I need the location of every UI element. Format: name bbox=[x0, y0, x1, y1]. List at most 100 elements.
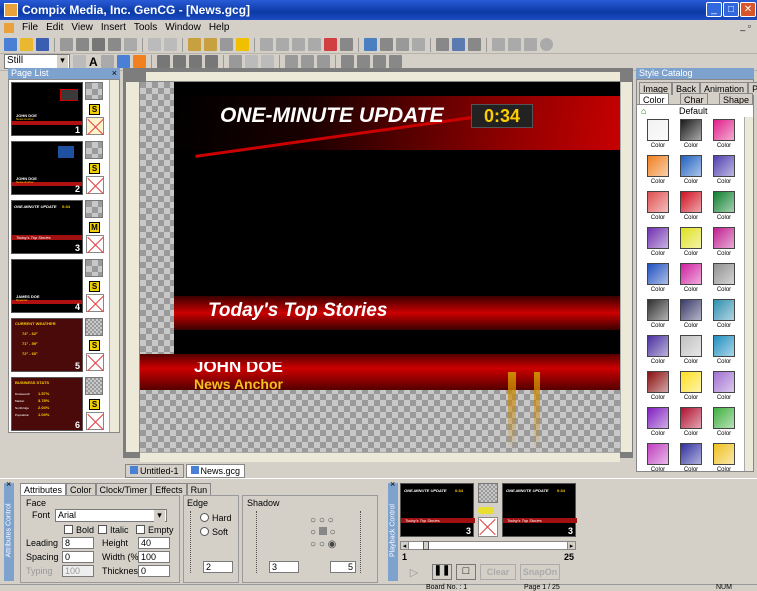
menu-file[interactable]: File bbox=[22, 22, 38, 36]
page-3-remove[interactable] bbox=[86, 235, 104, 253]
order-back-icon[interactable] bbox=[356, 55, 370, 68]
color-swatch[interactable] bbox=[713, 119, 735, 141]
page-list-scrollbar[interactable] bbox=[109, 80, 119, 432]
canvas-time[interactable]: 0:34 bbox=[471, 104, 533, 128]
list-icon[interactable] bbox=[468, 38, 481, 51]
align-center-icon[interactable] bbox=[172, 55, 186, 68]
bold-checkbox[interactable] bbox=[64, 525, 73, 534]
typing-input[interactable]: 100 bbox=[62, 565, 94, 577]
align-left-icon[interactable] bbox=[156, 55, 170, 68]
page-thumb-5[interactable]: CURRENT WEATHER 74° - 62° 71° - 59° 72° … bbox=[11, 318, 83, 372]
thickness-input[interactable]: 0 bbox=[138, 565, 170, 577]
arrange-icon[interactable] bbox=[396, 38, 409, 51]
lock-icon[interactable] bbox=[188, 38, 201, 51]
mode-select[interactable]: Still bbox=[4, 54, 70, 69]
stop-icon[interactable] bbox=[524, 38, 537, 51]
cut-icon[interactable] bbox=[60, 38, 73, 51]
edge-slider[interactable] bbox=[190, 511, 192, 573]
close-button[interactable]: ✕ bbox=[740, 2, 756, 17]
grid-icon[interactable] bbox=[436, 38, 449, 51]
transparent-canvas[interactable]: ONE-MINUTE UPDATE 0:34 Today's Top Stori… bbox=[140, 82, 630, 452]
page-slider-thumb[interactable] bbox=[423, 541, 429, 550]
hard-radio[interactable] bbox=[200, 513, 209, 522]
page-5-remove[interactable] bbox=[86, 353, 104, 371]
table-icon[interactable] bbox=[228, 55, 242, 68]
gear-icon[interactable] bbox=[540, 38, 553, 51]
color-swatch[interactable] bbox=[713, 263, 735, 285]
page-thumb-2[interactable]: JOHN DOE News Anchor 2 bbox=[11, 141, 83, 195]
color-swatch[interactable] bbox=[713, 299, 735, 321]
preview-icon[interactable] bbox=[340, 38, 353, 51]
prev-page-icon[interactable] bbox=[276, 38, 289, 51]
swatch-scrollbar[interactable] bbox=[744, 117, 753, 471]
justify-icon[interactable] bbox=[204, 55, 218, 68]
color-swatch[interactable] bbox=[647, 335, 669, 357]
order-forward-icon[interactable] bbox=[372, 55, 386, 68]
color-swatch[interactable] bbox=[713, 335, 735, 357]
color-swatch[interactable] bbox=[680, 443, 702, 465]
edge-input[interactable]: 2 bbox=[203, 561, 233, 573]
maximize-button[interactable]: □ bbox=[723, 2, 739, 17]
color-swatch[interactable] bbox=[647, 371, 669, 393]
snapon-button[interactable]: SnapOn bbox=[520, 564, 560, 580]
color-swatch[interactable] bbox=[647, 407, 669, 429]
color-swatch[interactable] bbox=[713, 407, 735, 429]
page-6-remove[interactable] bbox=[86, 412, 104, 430]
font-select[interactable]: Arial bbox=[55, 509, 167, 523]
page-thumb-1[interactable]: JOHN DOE News Anchor 1 bbox=[11, 82, 83, 136]
canvas-hscrollbar[interactable] bbox=[140, 452, 620, 462]
text-tool-icon[interactable]: A bbox=[89, 55, 98, 69]
shape-tool-icon[interactable] bbox=[100, 55, 114, 68]
page-thumb-4[interactable]: JAMES DOE Reporter 4 bbox=[11, 259, 83, 313]
spacing-input[interactable]: 0 bbox=[62, 551, 94, 563]
page-2-remove[interactable] bbox=[86, 176, 104, 194]
highlight-icon[interactable] bbox=[236, 38, 249, 51]
open-icon[interactable] bbox=[20, 38, 33, 51]
unlock-icon[interactable] bbox=[204, 38, 217, 51]
canvas-page[interactable]: ONE-MINUTE UPDATE 0:34 Today's Top Stori… bbox=[174, 82, 630, 372]
soft-radio[interactable] bbox=[200, 527, 209, 536]
color-swatch[interactable] bbox=[713, 443, 735, 465]
order-front-icon[interactable] bbox=[340, 55, 354, 68]
tab-news-gcg[interactable]: News.gcg bbox=[185, 464, 246, 478]
close-pane-icon[interactable]: × bbox=[6, 479, 11, 489]
resize-icon[interactable] bbox=[244, 55, 258, 68]
move-icon[interactable] bbox=[260, 55, 274, 68]
last-page-icon[interactable] bbox=[308, 38, 321, 51]
page-thumb-6[interactable]: BUSINESS STATS Dowsearch 1.57% Market 3.… bbox=[11, 377, 83, 431]
plus-icon[interactable] bbox=[412, 38, 425, 51]
italic-checkbox[interactable] bbox=[98, 525, 107, 534]
leading-input[interactable]: 8 bbox=[62, 537, 94, 549]
format-icon[interactable] bbox=[124, 38, 137, 51]
stop-button[interactable]: □ bbox=[456, 564, 476, 580]
copy-icon[interactable] bbox=[76, 38, 89, 51]
page-1-badge[interactable]: S bbox=[89, 104, 100, 115]
redo-icon[interactable] bbox=[164, 38, 177, 51]
color-swatch[interactable] bbox=[647, 119, 669, 141]
page-4-badge[interactable]: S bbox=[89, 281, 100, 292]
clear-button[interactable]: Clear bbox=[480, 564, 516, 580]
image-tool-icon[interactable] bbox=[116, 55, 130, 68]
save-icon[interactable] bbox=[36, 38, 49, 51]
distribute-icon[interactable] bbox=[284, 55, 298, 68]
page-slider[interactable]: ◂ ▸ bbox=[400, 541, 576, 550]
order-backward-icon[interactable] bbox=[388, 55, 402, 68]
tab-untitled-1[interactable]: Untitled-1 bbox=[125, 464, 184, 478]
page-3-badge[interactable]: M bbox=[89, 222, 100, 233]
minimize-button[interactable]: _ bbox=[706, 2, 722, 17]
canvas-title[interactable]: ONE-MINUTE UPDATE bbox=[220, 104, 444, 128]
first-page-icon[interactable] bbox=[260, 38, 273, 51]
empty-checkbox[interactable] bbox=[136, 525, 145, 534]
menu-help[interactable]: Help bbox=[209, 22, 230, 36]
color-swatch[interactable] bbox=[680, 227, 702, 249]
play-icon[interactable] bbox=[492, 38, 505, 51]
color-swatch[interactable] bbox=[647, 227, 669, 249]
close-pane-icon[interactable]: × bbox=[112, 68, 117, 78]
color-swatch[interactable] bbox=[680, 263, 702, 285]
page-5-badge[interactable]: S bbox=[89, 340, 100, 351]
color-swatch[interactable] bbox=[680, 191, 702, 213]
next-page-icon[interactable] bbox=[292, 38, 305, 51]
page-thumb-3[interactable]: ONE-MINUTE UPDATE 0:34 Today's Top Stori… bbox=[11, 200, 83, 254]
vertical-ruler[interactable] bbox=[126, 82, 140, 452]
shadow-slider[interactable] bbox=[256, 511, 258, 573]
